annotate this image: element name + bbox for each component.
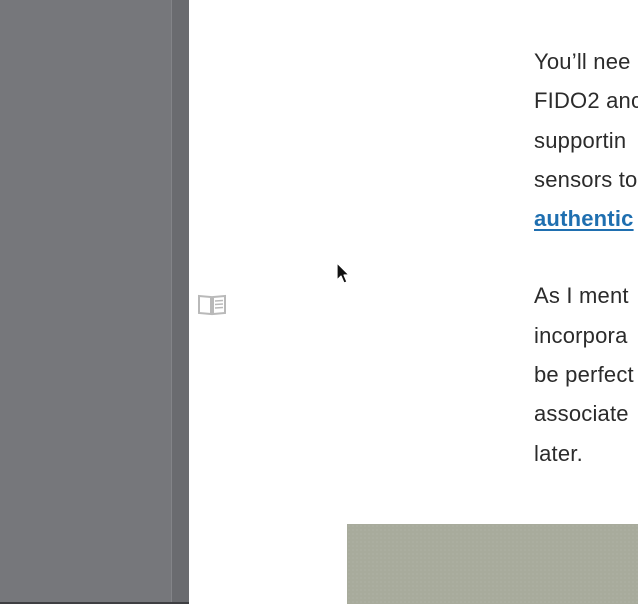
sidebar-divider[interactable] bbox=[171, 0, 189, 604]
reader-mode-book-icon[interactable] bbox=[197, 292, 227, 316]
paragraph-line: You’ll nee bbox=[534, 49, 631, 74]
paragraph-line: As I ment bbox=[534, 283, 629, 309]
paragraph-line: sensors to bbox=[534, 166, 638, 192]
authenticator-link[interactable]: authentic bbox=[534, 206, 634, 231]
paragraph-2: As I ment incorpora be perfect associate… bbox=[534, 276, 638, 472]
left-sidebar-panel bbox=[0, 0, 171, 604]
paragraph-line: incorpora bbox=[534, 322, 628, 348]
paragraph-line: associate bbox=[534, 401, 629, 427]
paragraph-1: You’ll nee FIDO2 anc supportin sensors t… bbox=[534, 42, 638, 238]
mouse-cursor-icon bbox=[336, 262, 352, 286]
article-body: You’ll nee FIDO2 anc supportin sensors t… bbox=[534, 42, 638, 511]
article-image bbox=[347, 524, 638, 604]
paragraph-line: be perfect bbox=[534, 362, 634, 388]
paragraph-line: later. bbox=[534, 440, 583, 466]
paragraph-line: FIDO2 anc bbox=[534, 88, 638, 114]
paragraph-line: supportin bbox=[534, 127, 627, 153]
article-page: You’ll nee FIDO2 anc supportin sensors t… bbox=[189, 0, 638, 604]
